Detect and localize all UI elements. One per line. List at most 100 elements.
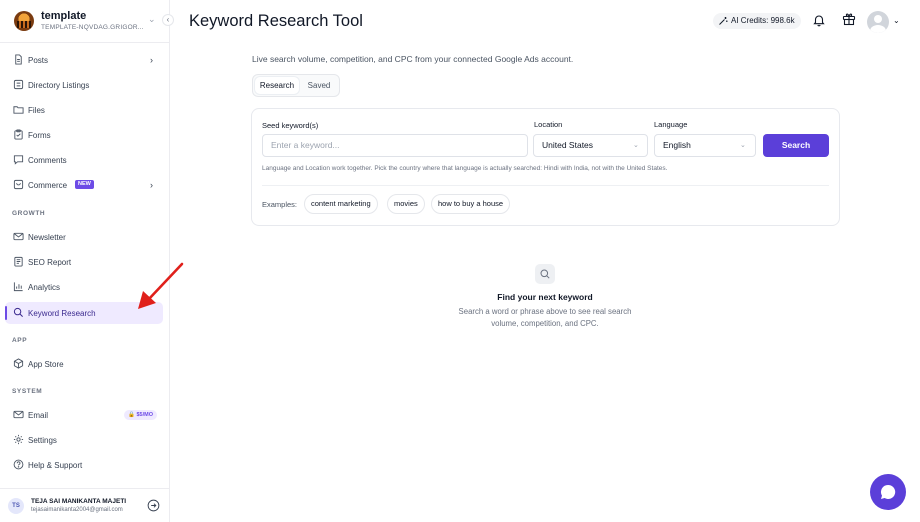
page-subtitle: Live search volume, competition, and CPC… [252, 54, 574, 64]
comment-icon [13, 155, 24, 165]
cart-icon [13, 179, 24, 190]
sidebar-divider [0, 488, 170, 489]
workspace-switcher[interactable]: template TEMPLATE-NQVDAG.GRIGOR... ⌄ [14, 10, 164, 34]
sidebar-item-comments[interactable]: Comments [5, 149, 163, 171]
workspace-subtitle: TEMPLATE-NQVDAG.GRIGOR... [41, 24, 144, 31]
new-badge: NEW [75, 180, 94, 189]
avatar: TS [8, 498, 24, 514]
logout-icon[interactable] [147, 499, 160, 512]
sidebar: template TEMPLATE-NQVDAG.GRIGOR... ⌄ ‹ P… [0, 0, 174, 522]
sidebar-item-email[interactable]: Email 🔒 $5/MO [5, 404, 163, 426]
location-select[interactable]: United States [533, 134, 648, 157]
seed-keyword-input[interactable]: Enter a keyword... [262, 134, 528, 157]
magic-wand-icon [719, 17, 728, 25]
language-label: Language [654, 120, 688, 129]
sidebar-item-label: Directory Listings [28, 80, 90, 90]
sidebar-item-label: Help & Support [28, 460, 83, 470]
location-label: Location [534, 120, 563, 129]
search-icon [540, 269, 550, 279]
language-value: English [663, 140, 691, 150]
tab-research[interactable]: Research [255, 77, 299, 94]
chevron-down-icon: ⌄ [740, 142, 746, 149]
chevron-down-icon[interactable]: ⌄ [893, 16, 900, 25]
chat-bubble-icon [881, 484, 896, 499]
chevron-down-icon: ⌄ [148, 14, 156, 24]
sidebar-divider [0, 42, 170, 43]
gear-icon [13, 434, 24, 445]
chevron-right-icon: › [150, 55, 153, 65]
clipboard-icon [14, 129, 23, 140]
search-button[interactable]: Search [763, 134, 829, 157]
price-badge-label: $5/MO [136, 412, 153, 418]
sidebar-item-label: Analytics [28, 282, 61, 292]
sidebar-item-label: Email [28, 410, 49, 420]
section-label-growth: GROWTH [12, 210, 46, 217]
sidebar-item-newsletter[interactable]: Newsletter [5, 226, 163, 248]
folder-icon [13, 106, 24, 114]
section-label-app: APP [12, 337, 28, 344]
workspace-logo [14, 11, 34, 31]
sidebar-item-label: Newsletter [28, 232, 66, 242]
sidebar-item-label: Keyword Research [28, 308, 96, 318]
lock-icon: 🔒 [128, 412, 135, 418]
sidebar-item-directory-listings[interactable]: Directory Listings [5, 74, 163, 96]
chat-launcher-button[interactable] [870, 474, 906, 510]
sidebar-item-label: SEO Report [28, 257, 72, 267]
example-chip-how-to-buy-a-house[interactable]: how to buy a house [431, 194, 511, 214]
tab-saved[interactable]: Saved [301, 77, 337, 94]
sidebar-item-label: Commerce [28, 180, 68, 190]
sidebar-item-help-support[interactable]: Help & Support [5, 454, 163, 476]
box-icon [13, 358, 24, 369]
gift-icon[interactable] [842, 12, 856, 26]
document-icon [15, 54, 22, 65]
user-email: tejasaimanikanta2004@gmail.com [31, 507, 123, 513]
sidebar-item-commerce[interactable]: Commerce NEW › [5, 174, 163, 196]
bar-chart-icon [13, 282, 23, 292]
list-icon [13, 79, 24, 90]
page-title: Keyword Research Tool [189, 12, 363, 30]
sidebar-item-label: Posts [28, 55, 49, 65]
location-value: United States [542, 140, 594, 150]
help-icon [13, 459, 24, 470]
empty-state-icon [535, 264, 555, 284]
sidebar-item-seo-report[interactable]: SEO Report [5, 251, 163, 273]
price-badge: 🔒 $5/MO [124, 410, 157, 420]
chevron-down-icon: ⌄ [633, 142, 639, 149]
sidebar-item-analytics[interactable]: Analytics [5, 276, 163, 298]
sidebar-item-label: Settings [28, 435, 57, 445]
sidebar-item-label: Files [28, 105, 45, 115]
user-profile: TS TEJA SAI MANIKANTA MAJETI tejasaimani… [8, 497, 163, 517]
sidebar-item-settings[interactable]: Settings [5, 429, 163, 451]
collapse-sidebar-button[interactable]: ‹ [162, 14, 174, 26]
seed-keyword-label: Seed keyword(s) [262, 121, 319, 130]
form-hint: Language and Location work together. Pic… [262, 165, 668, 172]
empty-state-description: Search a word or phrase above to see rea… [458, 307, 632, 328]
workspace-name: template [41, 10, 87, 22]
sidebar-item-files[interactable]: Files [5, 99, 163, 121]
sidebar-item-forms[interactable]: Forms [5, 124, 163, 146]
sidebar-item-label: Forms [28, 130, 51, 140]
sidebar-item-keyword-research[interactable]: Keyword Research [5, 302, 163, 324]
search-icon [13, 307, 23, 317]
bell-icon[interactable] [812, 13, 826, 27]
empty-state-title: Find your next keyword [497, 292, 593, 302]
section-label-system: SYSTEM [12, 388, 43, 395]
ai-credits-label: AI Credits: 998.6k [731, 16, 795, 25]
user-name: TEJA SAI MANIKANTA MAJETI [31, 498, 127, 505]
report-icon [14, 256, 23, 267]
sidebar-item-label: App Store [28, 359, 64, 369]
sidebar-item-posts[interactable]: Posts › [5, 49, 163, 71]
mail-icon [13, 232, 24, 241]
tab-bar: Research Saved [252, 74, 340, 97]
sidebar-item-label: Comments [28, 155, 67, 165]
search-card: Seed keyword(s) Enter a keyword... Locat… [251, 108, 840, 226]
sidebar-item-app-store[interactable]: App Store [5, 353, 163, 375]
ai-credits-badge[interactable]: AI Credits: 998.6k [713, 13, 801, 29]
example-chip-content-marketing[interactable]: content marketing [304, 194, 378, 214]
user-avatar[interactable] [867, 11, 889, 33]
example-chip-movies[interactable]: movies [387, 194, 425, 214]
examples-label: Examples: [262, 200, 298, 209]
mail-icon [13, 410, 24, 419]
chevron-right-icon: › [150, 180, 153, 190]
card-divider [262, 185, 829, 186]
